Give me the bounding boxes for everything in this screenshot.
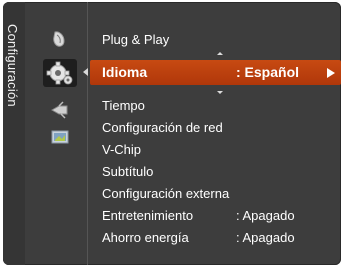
menu-item-label: V-Chip — [102, 142, 142, 157]
menu-item-value: : Apagado — [236, 208, 295, 223]
menu-item-ahorro-energia[interactable]: Ahorro energía : Apagado — [90, 227, 341, 249]
menu-list: Plug & Play Idioma : Español Tiempo Conf… — [83, 2, 341, 265]
menu-item-v-chip[interactable]: V-Chip — [90, 139, 341, 161]
menu-item-configuracion-externa[interactable]: Configuración externa — [90, 183, 341, 205]
tv-screen: Configuración Plug & Play Idioma: Españ… — [0, 0, 356, 269]
menu-item-entretenimiento[interactable]: Entretenimiento : Apagado — [90, 205, 341, 227]
input-icon[interactable] — [49, 100, 71, 120]
scroll-up-icon[interactable] — [217, 52, 223, 55]
menu-item-label: Configuración de red — [102, 120, 223, 135]
menu-item-label: Idioma — [102, 64, 148, 80]
menu-item-label: Entretenimiento — [102, 208, 194, 223]
menu-item-label: Plug & Play — [102, 32, 170, 47]
menu-item-label: Configuración externa — [102, 186, 230, 201]
menu-item-configuracion-de-red[interactable]: Configuración de red — [90, 117, 341, 139]
setup-menu-panel: Configuración Plug & Play Idioma: Españ… — [3, 2, 341, 265]
menu-item-plug-and-play[interactable]: Plug & Play — [90, 29, 341, 51]
chevron-right-icon[interactable] — [327, 68, 335, 78]
menu-item-value: : Español — [236, 64, 300, 80]
menu-item-tiempo[interactable]: Tiempo — [90, 95, 341, 117]
chevron-left-icon — [83, 68, 88, 76]
menu-item-label: Tiempo — [102, 98, 145, 113]
menu-item-label: Ahorro energía — [102, 230, 189, 245]
picture-icon[interactable] — [49, 29, 71, 49]
column-divider — [87, 2, 88, 265]
menu-item-subtitulo[interactable]: Subtítulo — [90, 161, 341, 183]
category-icon-column — [43, 2, 77, 265]
menu-item-idioma[interactable]: Idioma : Español — [83, 60, 341, 85]
application-icon[interactable] — [49, 127, 71, 147]
setup-gear-icon[interactable] — [43, 59, 77, 87]
side-tab-title: Configuración — [5, 24, 20, 107]
side-tab: Configuración — [3, 2, 25, 265]
menu-item-label: Subtítulo — [102, 164, 154, 179]
scroll-down-icon[interactable] — [217, 91, 223, 94]
menu-item-value: : Apagado — [236, 230, 295, 245]
